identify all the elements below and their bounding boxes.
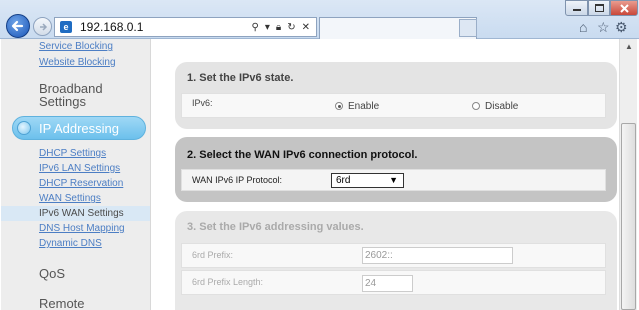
wan-protocol-row: WAN IPv6 IP Protocol: 6rd ▼	[181, 169, 606, 191]
back-button[interactable]	[6, 14, 30, 38]
sidebar-link-dhcp-settings[interactable]: DHCP Settings	[1, 146, 150, 161]
minimize-button[interactable]	[565, 0, 588, 16]
lock-icon[interactable]: 🔒︎	[276, 22, 281, 33]
sidebar-link-dynamic-dns[interactable]: Dynamic DNS	[1, 236, 150, 251]
sidebar-link-service-blocking[interactable]: Service Blocking	[1, 42, 150, 55]
ie-favicon-icon: e	[60, 21, 72, 33]
close-icon	[619, 3, 629, 13]
scroll-up-arrow-icon[interactable]: ▲	[621, 39, 637, 55]
back-arrow-icon	[11, 20, 24, 32]
prefix-input[interactable]: 2602::	[362, 247, 513, 264]
ipv6-label: IPv6:	[192, 98, 213, 108]
prefix-row: 6rd Prefix: 2602::	[181, 243, 606, 268]
maximize-icon	[594, 4, 604, 12]
dropdown-arrow-icon: ▼	[389, 175, 398, 185]
section-title: 1. Set the IPv6 state.	[187, 72, 294, 84]
enable-label: Enable	[348, 101, 380, 112]
browser-chrome: e 192.168.0.1 ⚲ ▾ 🔒︎ ↻ ✕ ⌂ ☆ ⚙	[0, 0, 639, 39]
bullet-icon	[17, 121, 31, 135]
scroll-thumb[interactable]	[621, 123, 636, 310]
wan-protocol-value: 6rd	[336, 175, 351, 186]
stop-icon[interactable]: ✕	[302, 22, 310, 33]
prefix-length-input[interactable]: 24	[362, 275, 413, 292]
prefix-length-row: 6rd Prefix Length: 24	[181, 270, 606, 295]
wan-protocol-select[interactable]: 6rd ▼	[331, 173, 404, 188]
prefix-length-label: 6rd Prefix Length:	[192, 277, 264, 287]
address-text[interactable]: 192.168.0.1	[80, 20, 252, 34]
sidebar-heading-broadband-settings[interactable]: Broadband Settings	[1, 82, 103, 108]
sidebar-item-ip-addressing[interactable]: IP Addressing	[12, 116, 146, 140]
enable-radio-button[interactable]	[335, 102, 343, 110]
maximize-button[interactable]	[588, 0, 610, 16]
new-tab-button[interactable]	[459, 19, 477, 37]
sidebar-link-dns-host-mapping[interactable]: DNS Host Mapping	[1, 221, 150, 236]
forward-arrow-icon	[39, 22, 47, 31]
section-ipv6-state: 1. Set the IPv6 state. IPv6: Enable Disa…	[175, 62, 617, 129]
forward-button[interactable]	[33, 17, 52, 36]
disable-label: Disable	[485, 101, 519, 112]
search-icon[interactable]: ⚲	[252, 22, 259, 33]
section-wan-protocol: 2. Select the WAN IPv6 connection protoc…	[175, 137, 617, 202]
close-button[interactable]	[610, 0, 638, 16]
wan-protocol-label: WAN IPv6 IP Protocol:	[192, 175, 283, 185]
gear-icon[interactable]: ⚙	[615, 19, 628, 36]
ipv6-state-row: IPv6: Enable Disable	[181, 93, 606, 118]
disable-radio-option[interactable]: Disable	[472, 101, 518, 112]
sidebar-link-ipv6-wan-settings[interactable]: IPv6 WAN Settings	[1, 206, 150, 221]
browser-tab[interactable]	[319, 17, 477, 39]
enable-radio-option[interactable]: Enable	[335, 101, 379, 112]
favorites-star-icon[interactable]: ☆	[597, 19, 610, 36]
disable-radio-button[interactable]	[472, 102, 480, 110]
section-ipv6-addressing: 3. Set the IPv6 addressing values. 6rd P…	[175, 211, 617, 310]
prefix-label: 6rd Prefix:	[192, 250, 234, 260]
sidebar-link-website-blocking[interactable]: Website Blocking	[1, 55, 150, 70]
minimize-icon	[572, 9, 581, 11]
sidebar-heading-qos[interactable]: QoS	[1, 267, 150, 280]
sidebar-link-wan-settings[interactable]: WAN Settings	[1, 191, 150, 206]
section-title: 3. Set the IPv6 addressing values.	[187, 221, 364, 233]
sidebar-heading-remote[interactable]: Remote	[1, 297, 150, 310]
section-title: 2. Select the WAN IPv6 connection protoc…	[187, 149, 418, 161]
home-icon[interactable]: ⌂	[579, 19, 587, 35]
sidebar-item-label: IP Addressing	[39, 120, 119, 136]
main-content: 1. Set the IPv6 state. IPv6: Enable Disa…	[152, 39, 617, 310]
refresh-icon[interactable]: ↻	[287, 22, 295, 33]
sidebar: Service Blocking Website Blocking Broadb…	[1, 39, 151, 310]
dropdown-icon[interactable]: ▾	[265, 22, 270, 33]
vertical-scrollbar[interactable]: ▲	[619, 39, 637, 310]
sidebar-link-dhcp-reservation[interactable]: DHCP Reservation	[1, 176, 150, 191]
sidebar-link-ipv6-lan-settings[interactable]: IPv6 LAN Settings	[1, 161, 150, 176]
address-bar[interactable]: e 192.168.0.1 ⚲ ▾ 🔒︎ ↻ ✕	[54, 17, 317, 37]
